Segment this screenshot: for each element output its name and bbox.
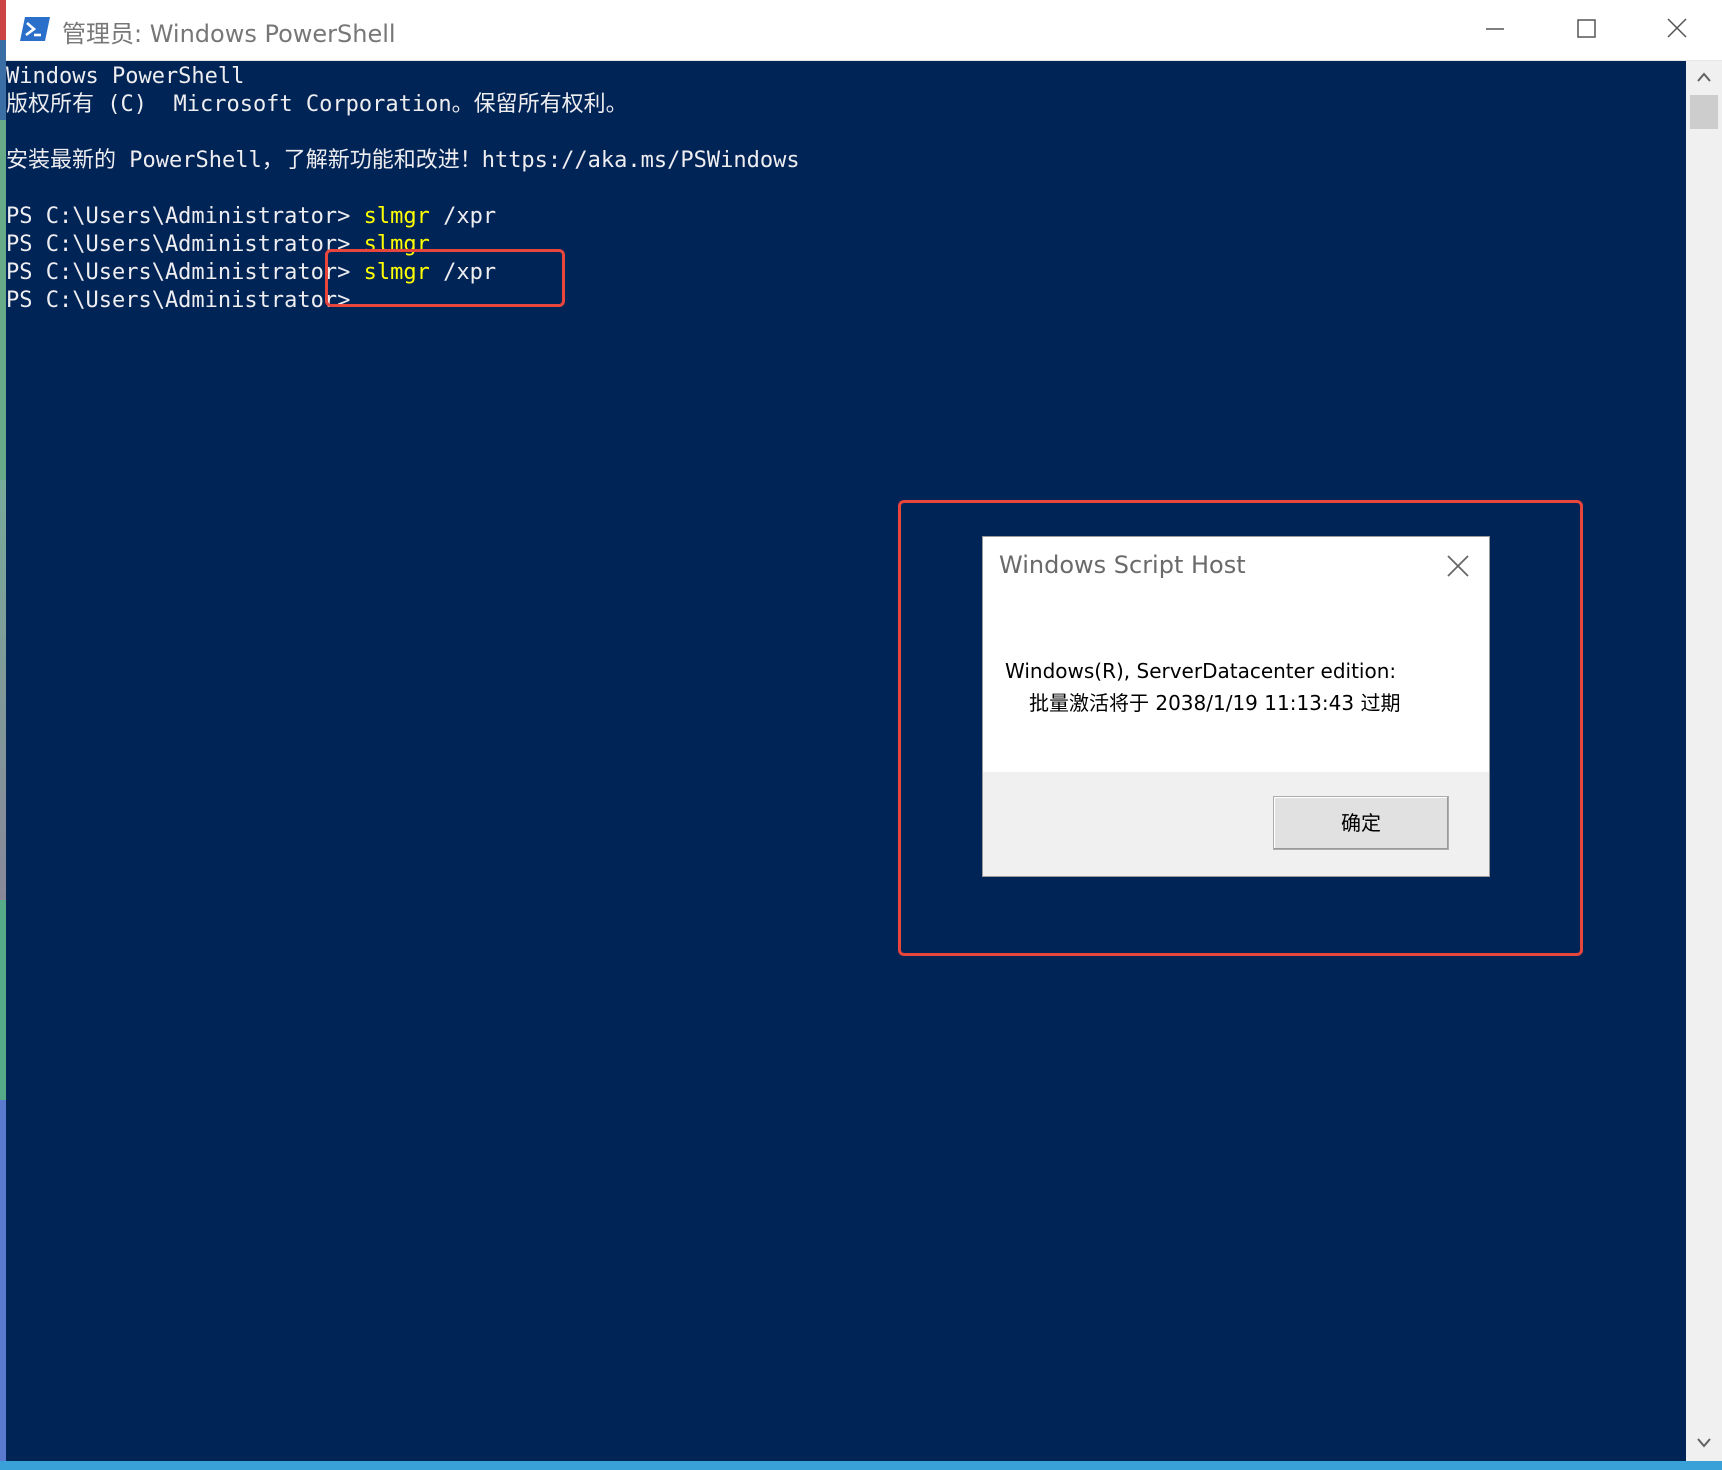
dialog-title: Windows Script Host [999, 551, 1246, 579]
command-text: slmgr [363, 204, 430, 229]
dialog-message-line2: 批量激活将于 2038/1/19 11:13:43 过期 [1029, 691, 1401, 715]
title-bar[interactable]: 管理员: Windows PowerShell [6, 0, 1722, 61]
maximize-button[interactable] [1541, 0, 1631, 58]
scroll-thumb[interactable] [1690, 95, 1718, 129]
close-icon [1667, 18, 1687, 38]
script-host-dialog: Windows Script Host Windows(R), ServerDa… [982, 536, 1490, 877]
scroll-down-button[interactable] [1686, 1427, 1722, 1461]
scroll-up-button[interactable] [1686, 61, 1722, 95]
window-title: 管理员: Windows PowerShell [62, 20, 396, 48]
powershell-window: 管理员: Windows PowerShell Windows PowerShe… [0, 0, 1722, 1470]
console-line: Windows PowerShell [6, 64, 245, 89]
minimize-icon [1486, 28, 1504, 30]
dialog-footer: 确定 [983, 772, 1489, 876]
chevron-up-icon [1697, 72, 1711, 82]
console-line: 版权所有 (C) Microsoft Corporation。保留所有权利。 [6, 92, 628, 117]
minimize-button[interactable] [1450, 0, 1540, 58]
chevron-down-icon [1697, 1438, 1711, 1448]
dialog-message: Windows(R), ServerDatacenter edition: 批量… [1005, 655, 1400, 719]
close-button[interactable] [1632, 0, 1722, 58]
powershell-icon [20, 16, 50, 42]
vertical-scrollbar[interactable] [1686, 61, 1722, 1461]
dialog-close-button[interactable] [1443, 551, 1473, 581]
window-bottom-edge [0, 1461, 1722, 1470]
dialog-message-line1: Windows(R), ServerDatacenter edition: [1005, 659, 1397, 683]
ok-button[interactable]: 确定 [1273, 796, 1449, 850]
console-line: 安装最新的 PowerShell，了解新功能和改进！https://aka.ms… [6, 148, 800, 173]
maximize-icon [1577, 19, 1596, 38]
close-icon [1447, 555, 1469, 577]
command-highlight-box [325, 249, 565, 307]
console-line: PS C:\Users\Administrator> [6, 288, 351, 313]
console-line: PS C:\Users\Administrator> slmgr /xpr [6, 204, 497, 229]
